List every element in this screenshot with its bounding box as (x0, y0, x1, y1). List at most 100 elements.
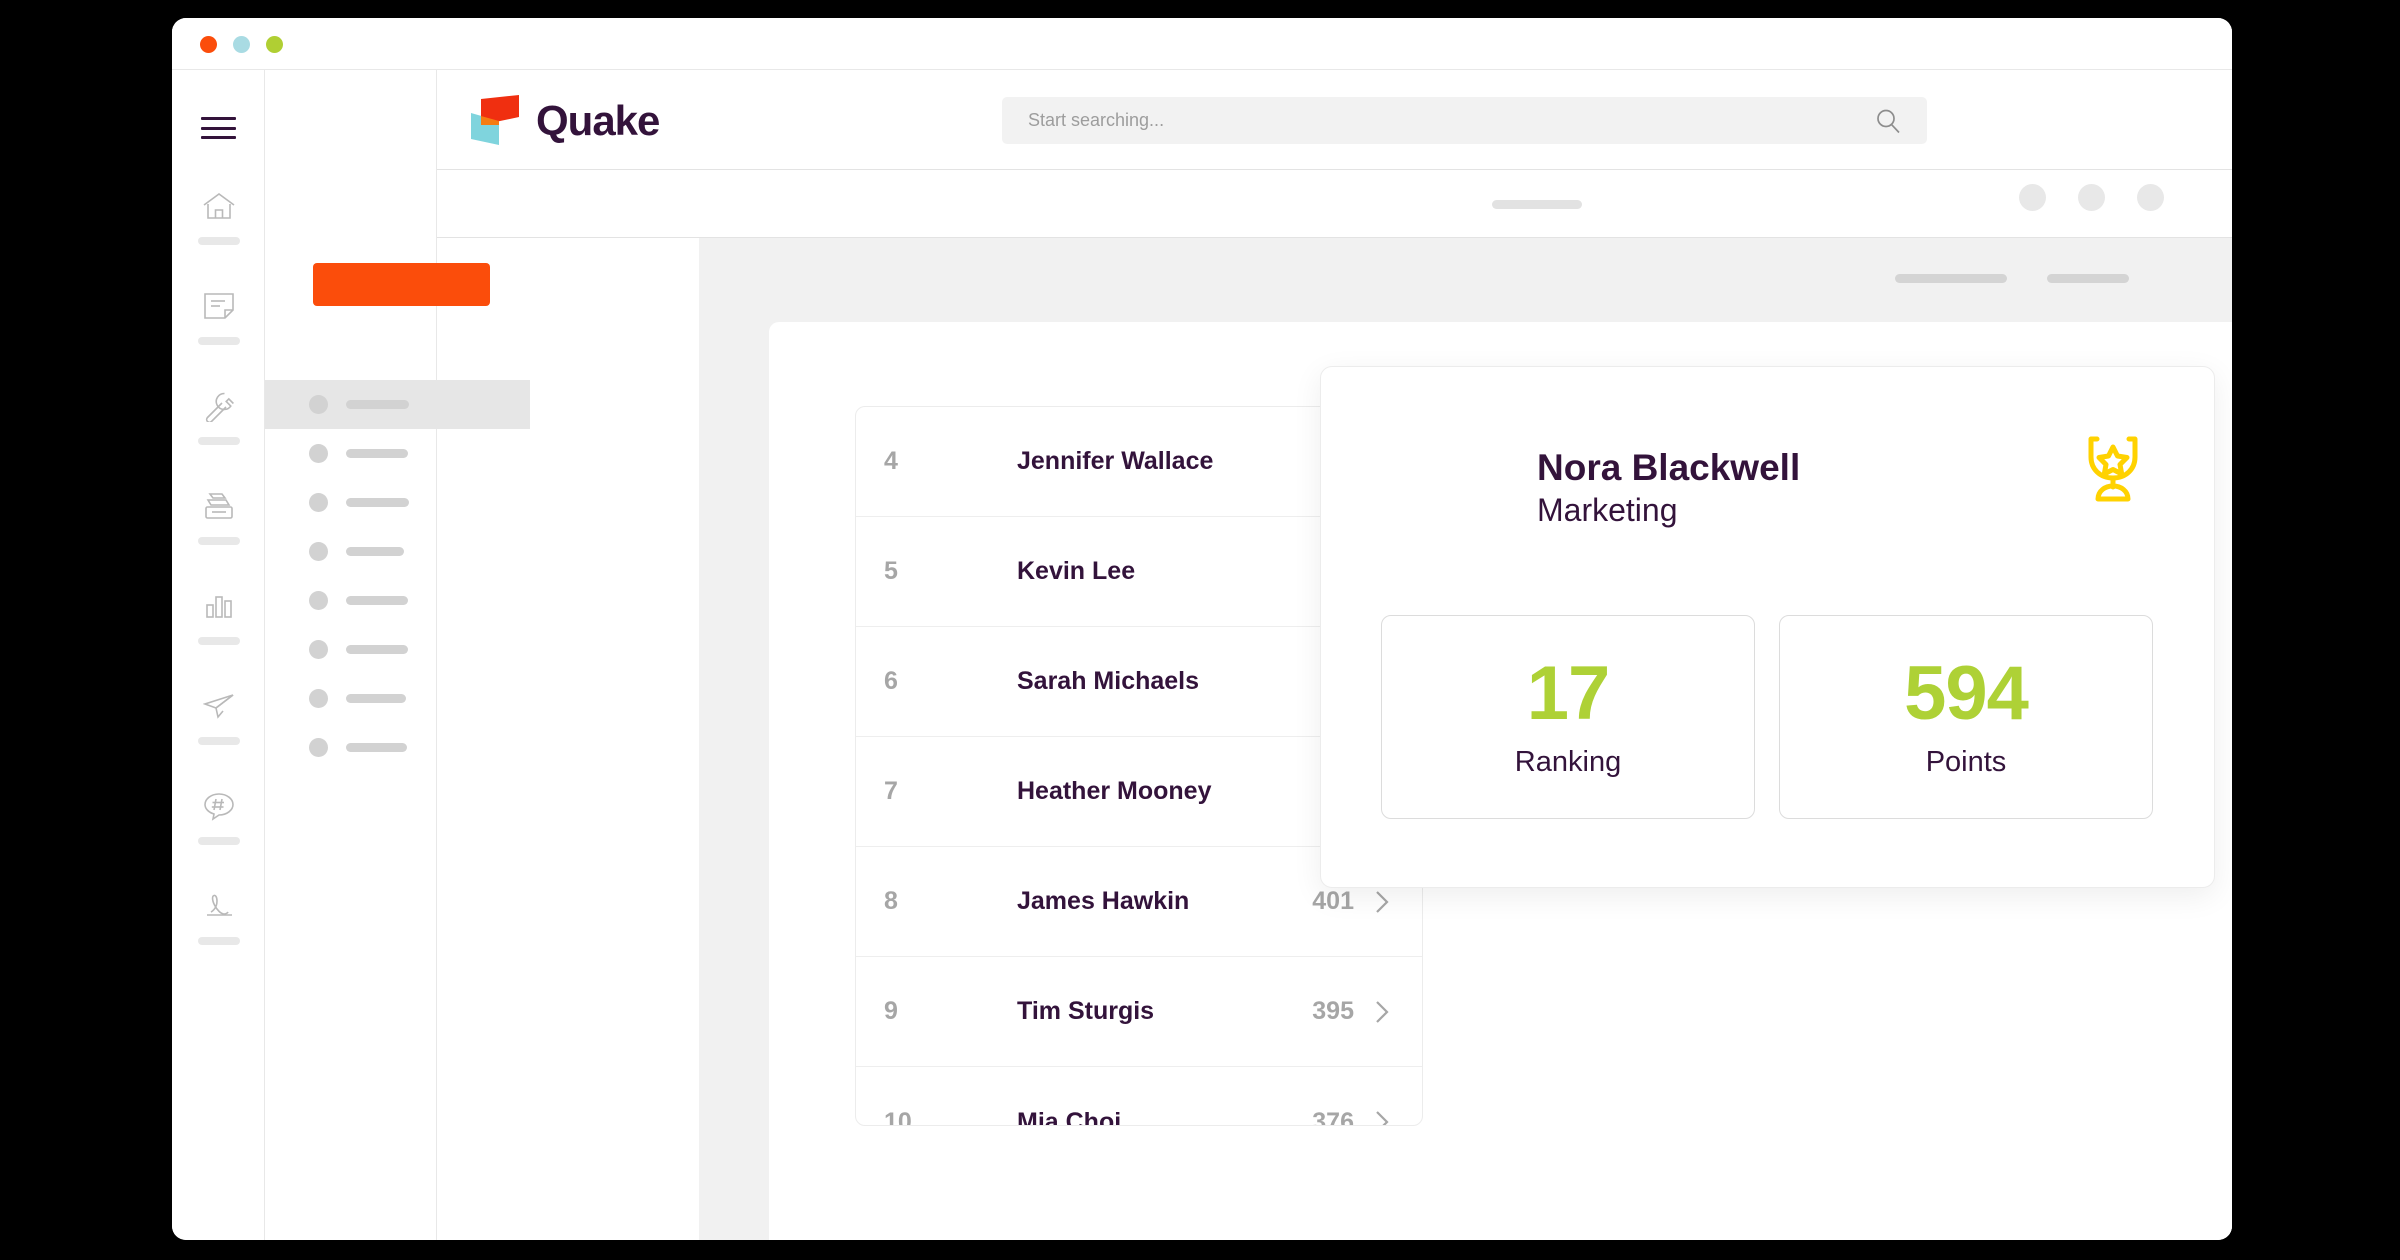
app-window: Quake 4 (172, 18, 2232, 1240)
view-toolbar (437, 170, 2232, 238)
sidebar-item-placeholder[interactable] (265, 429, 530, 478)
stat-label: Ranking (1514, 745, 1622, 778)
content-header-placeholder-2 (2047, 274, 2129, 283)
search-input[interactable] (1028, 110, 1875, 131)
stat-label: Points (1925, 745, 2007, 778)
list-bullet-icon (309, 444, 328, 463)
sidebar-item-placeholder[interactable] (265, 625, 530, 674)
sidebar-item-label-placeholder (197, 237, 240, 245)
avatar (930, 761, 992, 823)
toolbar-actions (2019, 184, 2164, 211)
profile-header: Nora Blackwell Marketing (1387, 429, 1800, 547)
sidebar-item-placeholder[interactable] (265, 576, 530, 625)
sidebar-item-placeholder[interactable] (265, 723, 530, 772)
search-icon[interactable] (1875, 108, 1901, 134)
row-rank: 5 (884, 557, 898, 585)
avatar (1387, 429, 1505, 547)
avatar (930, 981, 992, 1043)
row-name: Heather Mooney (1017, 777, 1212, 805)
avatar (930, 1091, 992, 1125)
toolbar-action-account[interactable] (2137, 184, 2164, 211)
table-row[interactable]: 10 Mia Choi 376 (856, 1067, 1422, 1126)
sidebar-item-placeholder[interactable] (265, 674, 530, 723)
chevron-right-icon[interactable] (1374, 999, 1390, 1025)
toolbar-action-messages[interactable] (2078, 184, 2105, 211)
menu-toggle-button[interactable] (201, 117, 236, 139)
trophy-star-icon (2074, 429, 2152, 507)
hamburger-line (201, 117, 236, 120)
sidebar-item-label-placeholder (346, 449, 408, 458)
sidebar-item-placeholder[interactable] (265, 478, 530, 527)
profile-identity: Nora Blackwell Marketing (1537, 446, 1800, 530)
paper-plane-icon (196, 685, 242, 727)
search-bar[interactable] (1002, 97, 1927, 144)
sidebar-item-notes[interactable] (172, 285, 265, 385)
avatar (930, 541, 992, 603)
bar-chart-icon (196, 585, 242, 627)
profile-department: Marketing (1537, 491, 1678, 528)
content-header-placeholders (1895, 274, 2129, 283)
sidebar-item-label-placeholder (346, 596, 408, 605)
list-bullet-icon (309, 738, 328, 757)
sidebar-item-placeholder[interactable] (265, 380, 530, 429)
brand-name: Quake (536, 97, 660, 144)
sidebar-item-tools[interactable] (172, 385, 265, 485)
window-controls (200, 36, 283, 53)
sidebar-item-files[interactable] (172, 485, 265, 585)
list-bullet-icon (309, 395, 328, 414)
sidebar-item-label-placeholder (346, 645, 408, 654)
hashtag-bubble-icon (196, 785, 242, 827)
primary-action-button[interactable] (313, 263, 490, 306)
row-rank: 7 (884, 777, 898, 805)
sidebar-item-signature[interactable] (172, 885, 265, 985)
list-bullet-icon (309, 542, 328, 561)
wrench-icon (196, 385, 242, 427)
row-name: Jennifer Wallace (1017, 447, 1214, 475)
avatar (930, 871, 992, 933)
sidebar-item-label-placeholder (197, 637, 240, 645)
row-points: 401 (1312, 887, 1354, 915)
signature-icon (196, 885, 242, 927)
quake-logo-icon (469, 95, 523, 147)
row-name: James Hawkin (1017, 887, 1190, 915)
window-titlebar (172, 18, 2232, 70)
list-bullet-icon (309, 591, 328, 610)
avatar (930, 651, 992, 713)
minimize-window-button[interactable] (233, 36, 250, 53)
home-icon (196, 185, 242, 227)
profile-name: Nora Blackwell (1537, 447, 1801, 489)
sidebar-item-label-placeholder (197, 837, 240, 845)
sidebar-item-label-placeholder (346, 743, 407, 752)
row-points: 395 (1312, 997, 1354, 1025)
sidebar-item-placeholder[interactable] (265, 527, 530, 576)
content-header-placeholder-1 (1895, 274, 2007, 283)
sidebar-item-channels[interactable] (172, 785, 265, 885)
icon-sidebar-items (172, 185, 265, 985)
stat-card-ranking: 17 Ranking (1381, 615, 1755, 819)
brand-logo[interactable]: Quake (469, 95, 660, 147)
row-name: Mia Choi (1017, 1107, 1122, 1126)
sidebar-item-home[interactable] (172, 185, 265, 285)
note-icon (196, 285, 242, 327)
toolbar-action-notifications[interactable] (2019, 184, 2046, 211)
row-name: Sarah Michaels (1017, 667, 1200, 695)
sidebar-item-label-placeholder (197, 337, 240, 345)
row-rank: 6 (884, 667, 898, 695)
secondary-sidebar-items (265, 380, 530, 772)
chevron-right-icon[interactable] (1374, 889, 1390, 915)
maximize-window-button[interactable] (266, 36, 283, 53)
sidebar-item-label-placeholder (197, 537, 240, 545)
profile-card: Nora Blackwell Marketing 17 Ranking 594 … (1320, 366, 2215, 888)
sidebar-item-reports[interactable] (172, 585, 265, 685)
avatar (930, 431, 992, 493)
close-window-button[interactable] (200, 36, 217, 53)
chevron-right-icon[interactable] (1374, 1109, 1390, 1125)
stat-value: 17 (1526, 650, 1611, 736)
row-rank: 8 (884, 887, 898, 915)
hamburger-line (201, 136, 236, 139)
table-row[interactable]: 9 Tim Sturgis 395 (856, 957, 1422, 1067)
sidebar-item-label-placeholder (197, 937, 240, 945)
row-points: 376 (1312, 1107, 1354, 1126)
sidebar-item-send[interactable] (172, 685, 265, 785)
sidebar-item-label-placeholder (197, 437, 240, 445)
